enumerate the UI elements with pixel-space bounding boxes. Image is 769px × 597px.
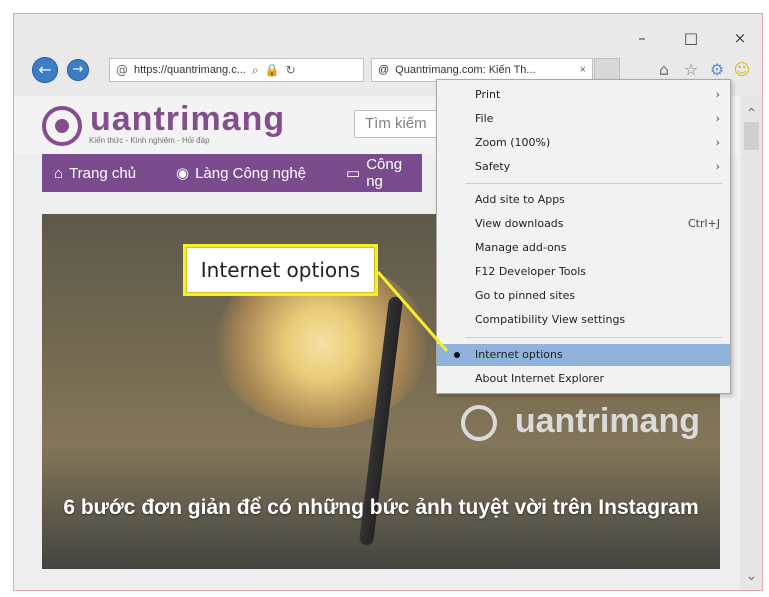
scrollbar[interactable]: ⌃ ⌄ [741, 96, 762, 590]
tab-close-icon[interactable]: × [580, 64, 586, 76]
search-icon[interactable]: ⌕ [252, 63, 259, 78]
site-icon: @ [116, 63, 128, 77]
tab-title: Quantrimang.com: Kiến Th... [395, 64, 536, 76]
menu-label-view-downloads: View downloads [475, 217, 564, 230]
minimize-button[interactable]: – [632, 30, 652, 46]
scroll-thumb[interactable] [744, 122, 759, 150]
submenu-arrow-icon: › [715, 160, 720, 173]
menu-item-about-internet-explorer[interactable]: About Internet Explorer [437, 368, 730, 390]
menu-label-f12-developer-tools: F12 Developer Tools [475, 265, 586, 278]
submenu-arrow-icon: › [715, 88, 720, 101]
favorites-icon[interactable]: ☆ [681, 60, 701, 80]
menu-item-zoom[interactable]: Zoom (100%) › [437, 132, 730, 154]
close-button[interactable]: × [730, 30, 750, 46]
scroll-up-icon[interactable]: ⌃ [741, 104, 762, 124]
menu-label-go-to-pinned-sites: Go to pinned sites [475, 289, 576, 302]
menu-label-print: Print [475, 88, 501, 101]
gear-icon[interactable]: ⚙ [707, 60, 727, 80]
menu-divider [465, 183, 723, 184]
tools-menu: Print › File › Zoom (100%) › Safety › Ad… [436, 79, 731, 394]
menu-label-about-internet-explorer: About Internet Explorer [475, 372, 604, 385]
menu-item-safety[interactable]: Safety › [437, 156, 730, 178]
maximize-button[interactable]: □ [681, 30, 701, 46]
menu-label-add-site-to-apps: Add site to Apps [475, 193, 565, 206]
menu-item-file[interactable]: File › [437, 108, 730, 130]
scroll-down-icon[interactable]: ⌄ [741, 566, 762, 586]
selected-bullet-icon [454, 352, 460, 358]
menu-label-safety: Safety [475, 160, 511, 173]
menu-label-zoom: Zoom (100%) [475, 136, 551, 149]
shortcut-ctrl-j: Ctrl+J [687, 217, 720, 230]
submenu-arrow-icon: › [715, 112, 720, 125]
smiley-icon[interactable]: ☺ [732, 60, 752, 80]
menu-label-compatibility-view-settings: Compatibility View settings [475, 313, 626, 326]
internet-options-callout: Internet options [183, 244, 378, 296]
forward-button[interactable]: → [67, 59, 89, 81]
menu-item-manage-add-ons[interactable]: Manage add-ons [437, 237, 730, 259]
home-icon[interactable]: ⌂ [654, 60, 674, 80]
address-bar[interactable]: @ https://quantrimang.c... ⌕ 🔒 ↻ [109, 58, 364, 82]
back-button[interactable]: ← [32, 57, 58, 83]
menu-label-file: File [475, 112, 494, 125]
refresh-icon[interactable]: ↻ [286, 63, 296, 77]
menu-label-manage-add-ons: Manage add-ons [475, 241, 567, 254]
menu-item-go-to-pinned-sites[interactable]: Go to pinned sites [437, 285, 730, 307]
menu-item-print[interactable]: Print › [437, 84, 730, 106]
submenu-arrow-icon: › [715, 136, 720, 149]
menu-item-add-site-to-apps[interactable]: Add site to Apps [437, 189, 730, 211]
menu-item-internet-options[interactable]: Internet options [437, 344, 730, 366]
menu-item-f12-developer-tools[interactable]: F12 Developer Tools [437, 261, 730, 283]
menu-item-compatibility-view-settings[interactable]: Compatibility View settings [437, 309, 730, 331]
menu-item-view-downloads[interactable]: View downloads Ctrl+J [437, 213, 730, 235]
menu-divider [465, 337, 723, 338]
tab-site-icon: @ [378, 64, 390, 76]
address-text: https://quantrimang.c... [134, 64, 246, 76]
lock-icon: 🔒 [264, 63, 280, 77]
menu-label-internet-options: Internet options [475, 348, 563, 361]
